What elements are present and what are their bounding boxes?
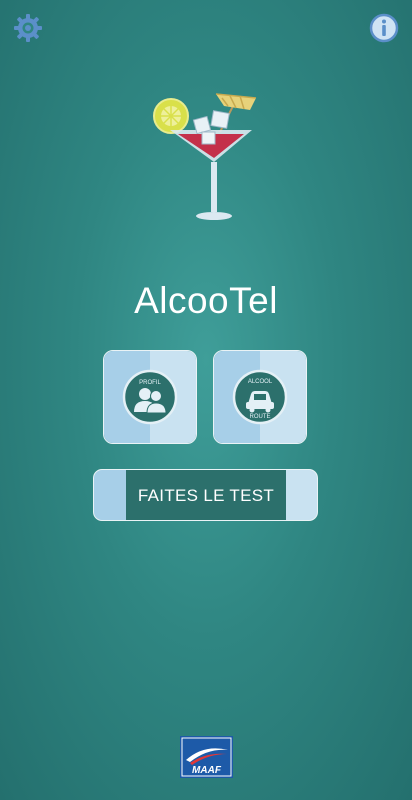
maaf-logo: MAAF bbox=[180, 736, 233, 778]
people-icon: PROFIL bbox=[122, 369, 178, 425]
logo-text: MAAF bbox=[192, 765, 222, 776]
alcool-label: ALCOOL bbox=[248, 379, 273, 385]
settings-button[interactable] bbox=[12, 12, 44, 44]
car-icon: ALCOOL ROUTE bbox=[232, 369, 288, 425]
cocktail-illustration bbox=[153, 93, 257, 220]
route-label: ROUTE bbox=[250, 414, 271, 420]
app-title: AlcooTel bbox=[134, 280, 278, 321]
info-icon bbox=[369, 13, 399, 43]
gear-icon bbox=[14, 14, 42, 42]
info-button[interactable] bbox=[368, 12, 400, 44]
test-button[interactable]: FAITES LE TEST bbox=[93, 469, 318, 521]
test-button-label: FAITES LE TEST bbox=[126, 470, 286, 520]
profil-label: PROFIL bbox=[139, 380, 161, 386]
alcool-route-button[interactable]: ALCOOL ROUTE bbox=[213, 350, 307, 444]
profil-button[interactable]: PROFIL bbox=[103, 350, 197, 444]
